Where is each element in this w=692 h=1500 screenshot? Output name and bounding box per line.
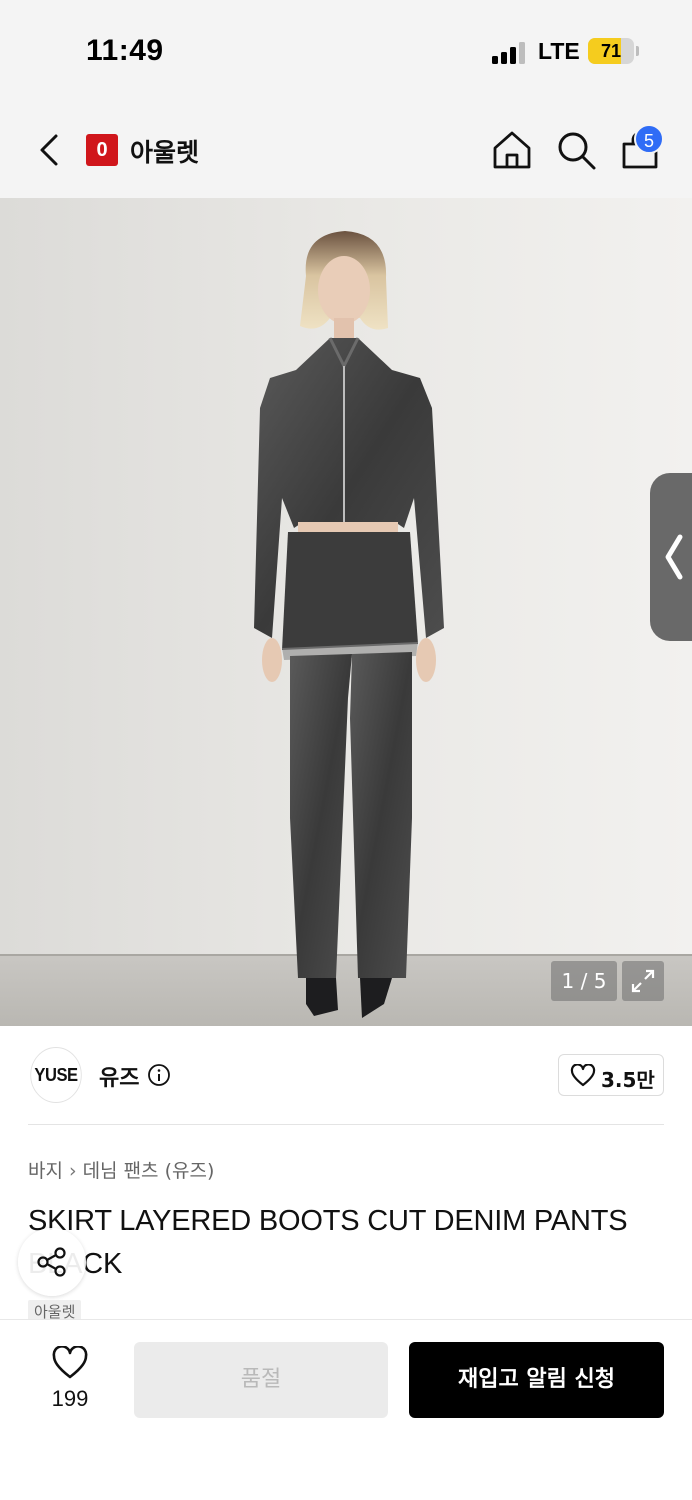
- restock-alert-button[interactable]: 재입고 알림 신청: [409, 1342, 664, 1418]
- product-image[interactable]: [0, 198, 692, 1026]
- brand-like-count: 3.5만: [601, 1068, 655, 1092]
- info-button[interactable]: [147, 1063, 171, 1087]
- chevron-left-icon: [665, 534, 683, 580]
- breadcrumb-subcategory[interactable]: 데님 팬츠 (유즈): [83, 1156, 215, 1183]
- brand-logo[interactable]: YUSE: [30, 1047, 82, 1103]
- chevron-left-icon: [40, 134, 58, 166]
- soldout-button: 품절: [134, 1342, 388, 1418]
- image-pager: 1 / 5: [551, 961, 617, 1001]
- product-title: SKIRT LAYERED BOOTS CUT DENIM PANTS BLAC…: [28, 1205, 628, 1280]
- network-type: LTE: [538, 38, 580, 64]
- expand-image-button[interactable]: [622, 961, 664, 1001]
- heart-icon: [570, 1064, 596, 1087]
- wishlist-button[interactable]: 199: [34, 1340, 106, 1420]
- battery-tip: [636, 46, 639, 56]
- cellular-signal-icon: [492, 40, 528, 64]
- wishlist-count: 199: [51, 1386, 89, 1411]
- battery-level: 71: [600, 41, 622, 61]
- brand-like-button[interactable]: 3.5만: [558, 1054, 664, 1096]
- share-icon: [37, 1247, 66, 1277]
- breadcrumb-category[interactable]: 바지: [28, 1156, 63, 1183]
- battery-icon: 71: [588, 38, 634, 64]
- expand-icon: [631, 969, 655, 993]
- heart-icon: [52, 1346, 88, 1379]
- page-title[interactable]: 아울렛: [130, 133, 199, 169]
- side-drawer-tab[interactable]: [650, 473, 692, 641]
- home-button[interactable]: [490, 128, 534, 172]
- cart-count-badge: 5: [634, 124, 664, 154]
- search-button[interactable]: [554, 128, 598, 172]
- back-button[interactable]: [30, 128, 70, 172]
- status-time: 11:49: [86, 34, 164, 67]
- app-header: 0 아울렛: [0, 100, 692, 198]
- info-icon: [148, 1064, 170, 1086]
- divider: [28, 1124, 664, 1125]
- share-button[interactable]: [18, 1228, 86, 1296]
- brand-name[interactable]: 유즈: [99, 1060, 139, 1092]
- home-icon: [493, 131, 531, 169]
- breadcrumb: 바지 › 데님 팬츠 (유즈): [28, 1156, 214, 1183]
- status-bar: 11:49 LTE 71: [0, 0, 692, 100]
- outlet-logo[interactable]: 0: [86, 134, 118, 166]
- search-icon: [558, 132, 596, 170]
- chevron-right-icon: ›: [68, 1160, 77, 1182]
